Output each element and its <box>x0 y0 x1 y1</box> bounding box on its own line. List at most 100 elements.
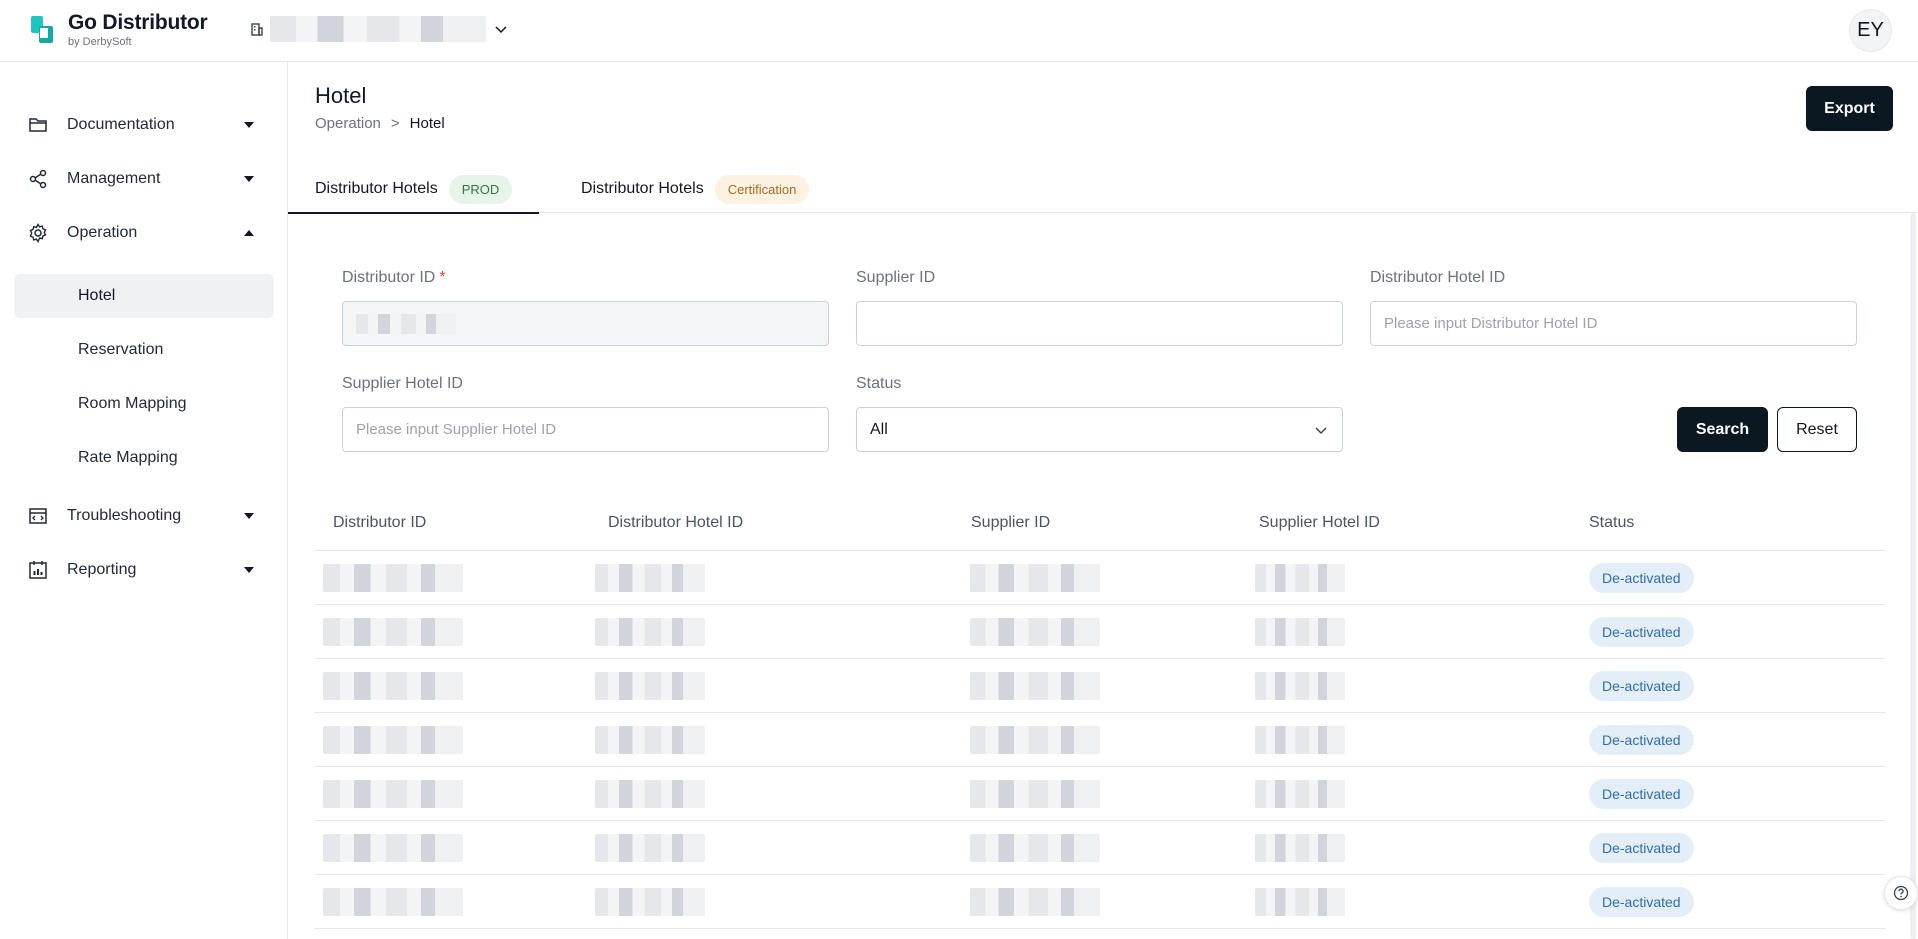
redacted-cell <box>595 888 705 916</box>
redacted-cell <box>970 780 1100 808</box>
redacted-cell <box>323 726 463 754</box>
supplier-id-field[interactable] <box>856 301 1343 346</box>
distributor-id-redacted <box>356 313 456 334</box>
sidebar-subitem-rate-mapping[interactable]: Rate Mapping <box>14 436 274 480</box>
tab-distributor-hotels-prod[interactable]: Distributor Hotels PROD <box>287 165 540 214</box>
table-row[interactable]: De-activated <box>315 821 1885 875</box>
status-badge: De-activated <box>1589 563 1694 593</box>
reset-button[interactable]: Reset <box>1777 407 1857 452</box>
breadcrumb-operation[interactable]: Operation <box>315 115 381 132</box>
status-badge: De-activated <box>1589 779 1694 809</box>
brand: Go Distributor by DerbySoft <box>68 11 208 49</box>
code-window-icon <box>29 508 47 524</box>
breadcrumb-current: Hotel <box>409 115 445 132</box>
sidebar: Documentation Management Operation Hotel… <box>0 62 288 939</box>
sidebar-item-management[interactable]: Management <box>14 157 274 201</box>
breadcrumb-separator: > <box>390 115 400 132</box>
question-circle-icon <box>1893 885 1909 901</box>
export-button[interactable]: Export <box>1806 86 1893 131</box>
sidebar-item-label: Operation <box>67 224 138 241</box>
redacted-cell <box>1255 726 1345 754</box>
redacted-cell <box>323 564 463 592</box>
vertical-scrollbar[interactable] <box>1910 213 1916 939</box>
table-body: De-activated De-activated De-activated De-a… <box>315 551 1885 929</box>
status-badge: De-activated <box>1589 671 1694 701</box>
certification-badge: Certification <box>714 174 810 204</box>
status-badge: De-activated <box>1589 833 1694 863</box>
column-header-distributor-id[interactable]: Distributor ID <box>333 514 426 532</box>
caret-down-icon <box>244 122 254 128</box>
search-button[interactable]: Search <box>1677 407 1768 452</box>
required-mark: * <box>439 269 446 286</box>
calendar-chart-icon <box>29 561 47 579</box>
sidebar-item-documentation[interactable]: Documentation <box>14 103 274 147</box>
status-badge: De-activated <box>1589 617 1694 647</box>
redacted-cell <box>970 672 1100 700</box>
sidebar-item-operation[interactable]: Operation <box>14 211 274 255</box>
column-header-supplier-id[interactable]: Supplier ID <box>971 514 1050 532</box>
organization-name-redacted <box>270 16 486 42</box>
supplier-hotel-id-label: Supplier Hotel ID <box>342 375 463 392</box>
redacted-cell <box>323 780 463 808</box>
environment-tabs: Distributor Hotels PROD Distributor Hote… <box>287 165 1918 214</box>
folder-icon <box>29 118 47 132</box>
supplier-hotel-id-input[interactable]: Please input Supplier Hotel ID <box>342 407 829 452</box>
share-nodes-icon <box>29 169 47 189</box>
redacted-cell <box>595 618 705 646</box>
breadcrumb: Operation > Hotel <box>315 115 445 132</box>
organization-selector[interactable] <box>250 12 508 46</box>
sidebar-item-label: Documentation <box>67 116 175 133</box>
table-row[interactable]: De-activated <box>315 551 1885 605</box>
redacted-cell <box>970 726 1100 754</box>
tab-label: Distributor Hotels <box>581 180 704 197</box>
redacted-cell <box>1255 780 1345 808</box>
tab-label: Distributor Hotels <box>315 180 438 197</box>
distributor-hotel-id-input[interactable]: Please input Distributor Hotel ID <box>1370 301 1857 346</box>
redacted-cell <box>595 726 705 754</box>
column-header-status[interactable]: Status <box>1589 514 1634 532</box>
redacted-cell <box>323 618 463 646</box>
redacted-cell <box>595 564 705 592</box>
redacted-cell <box>970 618 1100 646</box>
table-row[interactable]: De-activated <box>315 605 1885 659</box>
table-row[interactable]: De-activated <box>315 659 1885 713</box>
sidebar-subitem-room-mapping[interactable]: Room Mapping <box>14 382 274 426</box>
status-select[interactable]: All <box>856 407 1343 452</box>
redacted-cell <box>1255 672 1345 700</box>
building-icon <box>251 23 263 36</box>
redacted-cell <box>1255 888 1345 916</box>
distributor-hotel-id-label: Distributor Hotel ID <box>1370 269 1506 286</box>
table-row[interactable]: De-activated <box>315 767 1885 821</box>
redacted-cell <box>595 672 705 700</box>
sidebar-subitem-hotel[interactable]: Hotel <box>14 274 274 318</box>
caret-down-icon <box>244 567 254 573</box>
sidebar-item-label: Reporting <box>67 561 137 578</box>
caret-down-icon <box>244 176 254 182</box>
sidebar-item-label: Management <box>67 170 161 187</box>
sidebar-item-troubleshooting[interactable]: Troubleshooting <box>14 494 274 538</box>
tab-distributor-hotels-certification[interactable]: Distributor Hotels Certification <box>581 165 810 213</box>
distributor-id-label: Distributor ID * <box>342 269 446 286</box>
table-row[interactable]: De-activated <box>315 713 1885 767</box>
prod-badge: PROD <box>448 174 513 204</box>
brand-title: Go Distributor <box>68 11 208 34</box>
sidebar-item-label: Troubleshooting <box>67 507 182 524</box>
sidebar-item-reporting[interactable]: Reporting <box>14 548 274 592</box>
help-button[interactable] <box>1884 876 1918 910</box>
status-badge: De-activated <box>1589 725 1694 755</box>
brand-subtitle: by DerbySoft <box>68 36 132 48</box>
redacted-cell <box>970 834 1100 862</box>
redacted-cell <box>970 888 1100 916</box>
distributor-id-field[interactable] <box>342 301 829 346</box>
top-bar: Go Distributor by DerbySoft EY <box>0 0 1918 62</box>
page-title: Hotel <box>315 83 367 108</box>
caret-up-icon <box>244 230 254 236</box>
redacted-cell <box>595 780 705 808</box>
redacted-cell <box>323 888 463 916</box>
redacted-cell <box>1255 564 1345 592</box>
sidebar-subitem-reservation[interactable]: Reservation <box>14 328 274 372</box>
table-row[interactable]: De-activated <box>315 875 1885 929</box>
user-avatar[interactable]: EY <box>1849 9 1892 52</box>
column-header-distributor-hotel-id[interactable]: Distributor Hotel ID <box>608 514 743 532</box>
column-header-supplier-hotel-id[interactable]: Supplier Hotel ID <box>1259 514 1380 532</box>
